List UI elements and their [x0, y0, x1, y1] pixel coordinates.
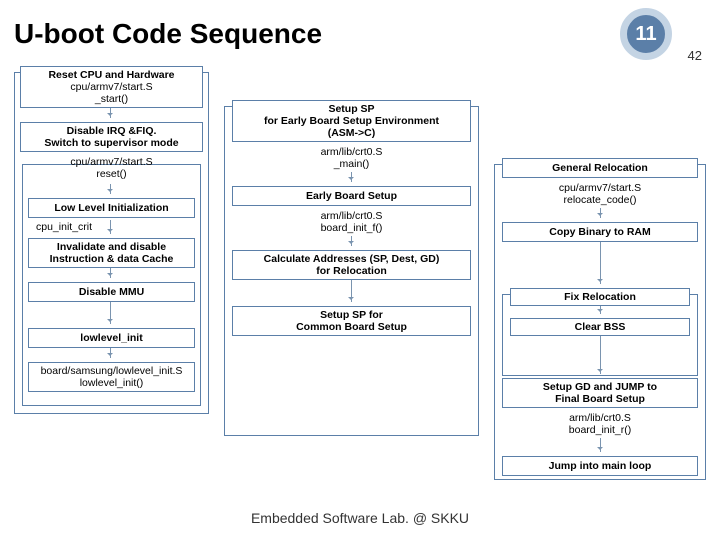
arrow-col3-4 [600, 336, 601, 374]
disable-irq-path: cpu/armv7/start.S [20, 156, 203, 168]
reset-path: cpu/armv7/start.S [70, 81, 152, 93]
copy-ram-text: Copy Binary to RAM [549, 226, 651, 238]
diagram: Reset CPU and Hardware cpu/armv7/start.S… [14, 72, 708, 480]
arrow-col3-1 [600, 208, 601, 218]
reset-fn: _start() [95, 93, 128, 105]
page-title: U-boot Code Sequence [14, 18, 322, 50]
arrow-col1-6 [110, 348, 111, 358]
cpu-init-crit-label: cpu_init_crit [28, 221, 118, 233]
arrow-col3-5 [600, 438, 601, 452]
box-setup-sp: Setup SP for Early Board Setup Environme… [232, 100, 471, 142]
arrow-col1-2 [110, 184, 111, 194]
box-copy-ram: Copy Binary to RAM [502, 222, 698, 242]
gen-reloc-fn: relocate_code() [502, 194, 698, 206]
disable-irq-label: cpu/armv7/start.S reset() [20, 156, 203, 180]
lli-title: Low Level Initialization [54, 202, 168, 214]
early-board-label: arm/lib/crt0.S board_init_f() [232, 210, 471, 234]
box-calc-addr: Calculate Addresses (SP, Dest, GD) for R… [232, 250, 471, 280]
main-label: arm/lib/crt0.S _main() [232, 146, 471, 170]
page-total: 42 [688, 48, 702, 63]
cpu-init-crit: cpu_init_crit [36, 221, 92, 233]
invalidate-text: Invalidate and disable Instruction & dat… [50, 241, 174, 265]
lowlevel-init-fn: lowlevel_init() [80, 377, 144, 389]
slide: U-boot Code Sequence 11 42 Reset CPU and… [0, 0, 720, 540]
arrow-col3-2 [600, 242, 601, 284]
arrow-col1-5 [110, 302, 111, 324]
early-board-text: Early Board Setup [306, 190, 397, 202]
box-clear-bss: Clear BSS [510, 318, 690, 336]
box-setup-gd: Setup GD and JUMP to Final Board Setup [502, 378, 698, 408]
arrow-col1-1 [110, 108, 111, 118]
box-lli: Low Level Initialization [28, 198, 195, 218]
calc-addr-text: Calculate Addresses (SP, Dest, GD) for R… [264, 253, 440, 277]
box-invalidate: Invalidate and disable Instruction & dat… [28, 238, 195, 268]
box-gen-reloc: General Relocation [502, 158, 698, 178]
setup-gd-text: Setup GD and JUMP to Final Board Setup [543, 381, 657, 405]
box-fix-reloc: Fix Relocation [510, 288, 690, 306]
box-jump-main: Jump into main loop [502, 456, 698, 476]
setup-gd-path: arm/lib/crt0.S [502, 412, 698, 424]
early-board-fn: board_init_f() [232, 222, 471, 234]
box-disable-irq: Disable IRQ &FIQ. Switch to supervisor m… [20, 122, 203, 152]
box-reset: Reset CPU and Hardware cpu/armv7/start.S… [20, 66, 203, 108]
box-disable-mmu: Disable MMU [28, 282, 195, 302]
gen-reloc-text: General Relocation [552, 162, 648, 174]
lowlevel-init-text: lowlevel_init [80, 332, 142, 344]
reset-title: Reset CPU and Hardware [48, 69, 174, 81]
arrow-col1-4 [110, 268, 111, 278]
setup-gd-fn: board_init_r() [502, 424, 698, 436]
gen-reloc-label: cpu/armv7/start.S relocate_code() [502, 182, 698, 206]
disable-irq-title: Disable IRQ &FIQ. Switch to supervisor m… [44, 125, 178, 149]
arrow-col2-1 [351, 172, 352, 182]
arrow-col2-3 [351, 280, 352, 302]
arrow-col2-2 [351, 236, 352, 246]
main-fn: _main() [232, 158, 471, 170]
fix-reloc-text: Fix Relocation [564, 291, 636, 303]
footer: Embedded Software Lab. @ SKKU [0, 510, 720, 526]
arrow-col1-3 [110, 220, 111, 234]
gen-reloc-path: cpu/armv7/start.S [502, 182, 698, 194]
lowlevel-init-path: board/samsung/lowlevel_init.S [41, 365, 183, 377]
box-early-board: Early Board Setup [232, 186, 471, 206]
arrow-col3-3 [600, 306, 601, 314]
setup-gd-label: arm/lib/crt0.S board_init_r() [502, 412, 698, 436]
jump-main-text: Jump into main loop [549, 460, 652, 472]
page-number-badge: 11 [620, 8, 672, 60]
disable-mmu-text: Disable MMU [79, 286, 144, 298]
main-path: arm/lib/crt0.S [232, 146, 471, 158]
box-lowlevel-init-file: board/samsung/lowlevel_init.S lowlevel_i… [28, 362, 195, 392]
box-lowlevel-init: lowlevel_init [28, 328, 195, 348]
setup-sp-title: Setup SP for Early Board Setup Environme… [264, 103, 439, 139]
early-board-path: arm/lib/crt0.S [232, 210, 471, 222]
clear-bss-text: Clear BSS [575, 321, 626, 333]
setup-sp-common-text: Setup SP for Common Board Setup [296, 309, 407, 333]
disable-irq-fn: reset() [20, 168, 203, 180]
box-setup-sp-common: Setup SP for Common Board Setup [232, 306, 471, 336]
